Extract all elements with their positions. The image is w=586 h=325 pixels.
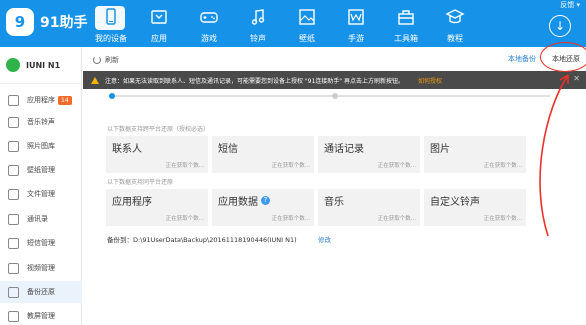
- app-icon: [151, 10, 167, 24]
- restore-item-custom-ringtones[interactable]: 自定义铃声 正在获取个数...: [424, 189, 526, 226]
- app-window: 9 91助手 我的设备 应用 游戏 铃声 壁纸 手游 工具箱 教程 反馈 ▾ ↓…: [0, 0, 586, 325]
- sms-icon: [8, 237, 19, 249]
- sidebar-item-screen[interactable]: 教屏管理: [0, 305, 82, 325]
- videos-icon: [8, 262, 19, 274]
- restore-item-contacts[interactable]: 联系人 正在获取个数...: [106, 136, 208, 173]
- restore-progress-track: [109, 93, 550, 99]
- device-icon: [106, 8, 116, 25]
- update-count-badge: 14: [58, 95, 72, 105]
- files-icon: [8, 188, 19, 200]
- nav-games[interactable]: 游戏: [189, 4, 229, 46]
- restore-item-photos[interactable]: 图片 正在获取个数...: [424, 136, 526, 173]
- download-icon: ↓: [554, 19, 566, 33]
- window-controls[interactable]: 反馈 ▾: [560, 0, 580, 10]
- apps-icon: [8, 94, 19, 106]
- sidebar-item-backup-restore[interactable]: 备份还原: [0, 281, 82, 303]
- download-manager-button[interactable]: ↓: [549, 15, 571, 37]
- restore-item-sms[interactable]: 短信 正在获取个数...: [212, 136, 314, 173]
- photos-icon: [8, 140, 19, 152]
- progress-step: [332, 93, 338, 99]
- warning-icon: [91, 76, 99, 84]
- nav-toolbox[interactable]: 工具箱: [386, 4, 426, 46]
- contacts-icon: [8, 213, 19, 225]
- cross-platform-section-label: 以下数据支持跨平台还原（授权必选）: [107, 126, 210, 133]
- restore-item-app-data[interactable]: 应用数据 ? 正在获取个数...: [212, 189, 314, 226]
- nav-tutorials[interactable]: 教程: [435, 4, 475, 46]
- close-icon[interactable]: ✕: [573, 74, 580, 83]
- restore-item-apps[interactable]: 应用程序 正在获取个数...: [106, 189, 208, 226]
- restore-item-call-log[interactable]: 通话记录 正在获取个数...: [318, 136, 420, 173]
- sidebar-item-apps[interactable]: 应用程序 14: [0, 89, 82, 111]
- authorization-notice: 注意：如果无法读取到联系人、短信及通讯记录，可能需要您到设备上授权 "91连接助…: [83, 71, 586, 89]
- nav-wallpapers[interactable]: 壁纸: [287, 4, 327, 46]
- backup-restore-icon: [8, 286, 19, 298]
- mobile-game-icon: [348, 9, 364, 25]
- tab-local-backup[interactable]: 本地备份: [508, 54, 536, 64]
- restore-item-music[interactable]: 音乐 正在获取个数...: [318, 189, 420, 226]
- sidebar-item-contacts[interactable]: 通讯录: [0, 208, 82, 230]
- device-name: IUNI N1: [26, 60, 61, 70]
- ringtone-icon: [251, 9, 265, 25]
- modify-path-link[interactable]: 修改: [318, 234, 331, 244]
- sidebar-item-wallpapers[interactable]: 壁纸管理: [0, 159, 82, 181]
- sidebar-item-photos[interactable]: 照片图库: [0, 135, 82, 157]
- sidebar-item-music[interactable]: 音乐铃声: [0, 111, 82, 133]
- wallpaper-manage-icon: [8, 164, 19, 176]
- highlight-circle: [540, 42, 586, 72]
- refresh-icon: [93, 56, 101, 64]
- toolbox-icon: [398, 10, 414, 25]
- how-to-authorize-link[interactable]: 如何授权: [418, 76, 442, 85]
- nav-apps[interactable]: 应用: [139, 4, 179, 46]
- help-icon[interactable]: ?: [261, 196, 270, 205]
- sidebar-item-videos[interactable]: 视频管理: [0, 257, 82, 279]
- sidebar-item-files[interactable]: 文件管理: [0, 183, 82, 205]
- nav-mobile-games[interactable]: 手游: [336, 4, 376, 46]
- top-navigation-bar: 9 91助手 我的设备 应用 游戏 铃声 壁纸 手游 工具箱 教程 反馈 ▾ ↓: [0, 0, 586, 47]
- nav-my-device[interactable]: 我的设备: [91, 4, 131, 46]
- sidebar-item-sms[interactable]: 短信管理: [0, 232, 82, 254]
- progress-step-active: [109, 93, 115, 99]
- music-icon: [8, 116, 19, 128]
- game-icon: [200, 12, 218, 23]
- wallpaper-icon: [299, 9, 315, 25]
- device-selector[interactable]: IUNI N1: [0, 47, 82, 84]
- notice-text: 注意：如果无法读取到联系人、短信及通讯记录，可能需要您到设备上授权 "91连接助…: [105, 77, 404, 85]
- nav-ringtones[interactable]: 铃声: [238, 4, 278, 46]
- same-platform-section-label: 以下数据支持同平台还原: [107, 179, 174, 186]
- app-title: 91助手: [40, 15, 88, 31]
- app-logo: 9 91助手: [6, 6, 96, 38]
- sidebar: IUNI N1 应用程序 14 音乐铃声 照片图库 壁纸管理 文件管理 通讯录: [0, 47, 82, 325]
- screen-icon: [8, 310, 19, 322]
- tutorial-icon: [445, 9, 465, 24]
- refresh-button[interactable]: 刷新: [93, 55, 119, 65]
- logo-icon: 9: [6, 8, 34, 36]
- content-toolbar: 刷新 本地备份 本地还原: [83, 47, 586, 71]
- backup-path: 备份到：D:\91UserData\Backup\20161118190446(…: [107, 236, 297, 244]
- android-device-icon: [6, 58, 20, 72]
